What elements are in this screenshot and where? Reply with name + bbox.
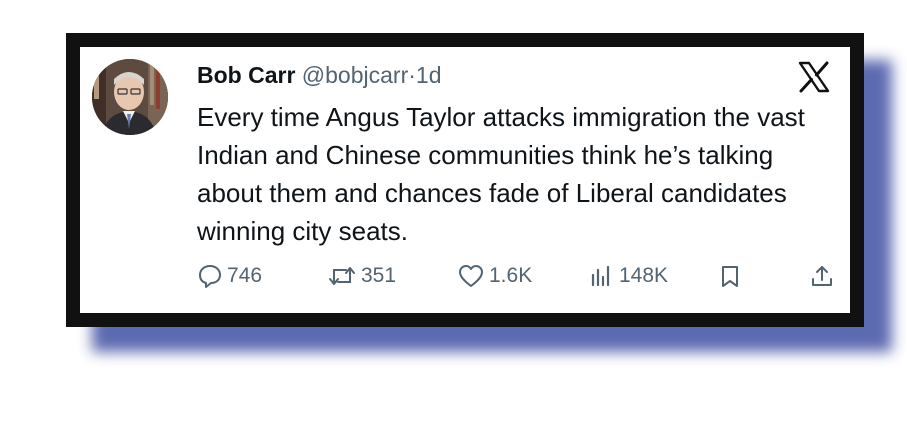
post-time[interactable]: 1d [416,62,442,88]
repost-count: 351 [361,264,397,287]
repost-button[interactable]: 351 [327,259,396,293]
views-button[interactable]: 148K [589,259,668,293]
like-count: 1.6K [489,264,533,287]
bookmark-icon [722,266,738,287]
views-icon [591,265,610,287]
reply-icon [199,265,221,288]
tweet-text: Every time Angus Taylor attacks immigrat… [197,102,805,246]
tweet-card: Bob Carr @bobjcarr·1d Every time Angus T… [80,47,850,313]
avatar[interactable] [92,59,168,135]
reply-count: 746 [227,264,263,287]
display-name[interactable]: Bob Carr [197,62,295,88]
tweet-frame: Bob Carr @bobjcarr·1d Every time Angus T… [66,33,864,327]
tweet-header: Bob Carr @bobjcarr·1d [197,61,442,89]
share-icon [812,266,832,286]
user-handle[interactable]: @bobjcarr [302,62,408,88]
screenshot-stage: Bob Carr @bobjcarr·1d Every time Angus T… [0,0,907,423]
action-bar: 746 351 1.6K 148K [197,259,837,293]
x-logo-icon [798,61,830,93]
separator-dot: · [408,62,416,88]
share-button[interactable] [809,259,835,293]
like-button[interactable]: 1.6K [457,259,532,293]
reply-button[interactable]: 746 [197,259,262,293]
like-icon [459,265,483,287]
repost-icon [329,267,355,285]
bookmark-button[interactable] [717,259,743,293]
views-count: 148K [619,264,669,287]
